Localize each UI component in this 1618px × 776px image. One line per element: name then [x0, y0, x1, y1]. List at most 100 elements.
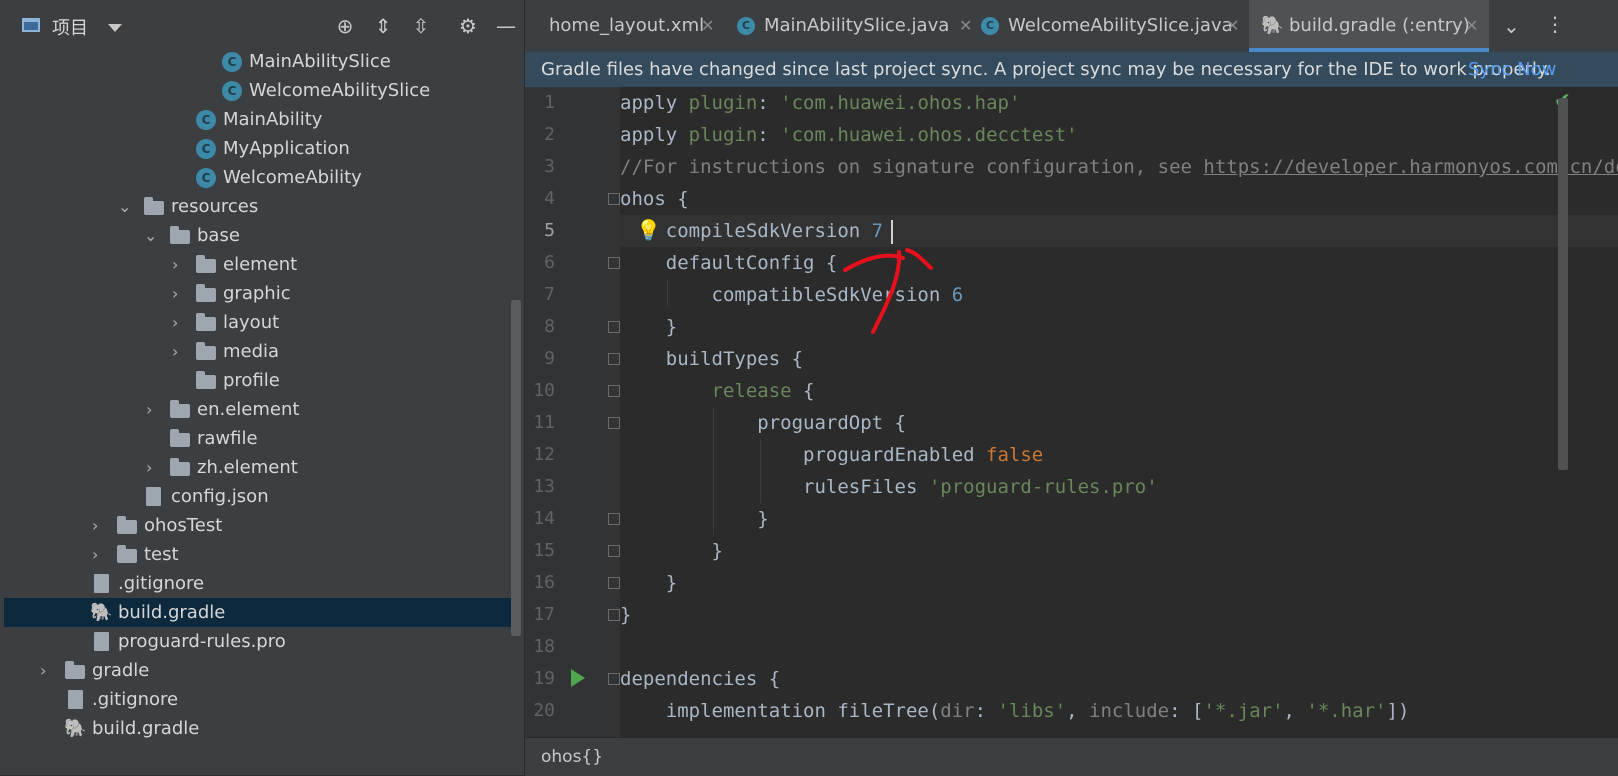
fold-marker[interactable] — [608, 385, 620, 397]
tree-item[interactable]: proguard-rules.pro — [0, 627, 520, 656]
project-panel-title[interactable]: 项目 — [52, 14, 88, 40]
tab-label: WelcomeAbilitySlice.java — [1008, 15, 1233, 36]
close-icon[interactable]: ✕ — [1226, 0, 1239, 52]
gitignore-file-icon — [68, 690, 83, 709]
run-gutter-icon[interactable] — [571, 669, 585, 687]
tab-label: MainAbilitySlice.java — [764, 15, 950, 36]
folder-icon — [196, 284, 216, 302]
chevron-right-icon[interactable]: › — [172, 279, 186, 308]
locate-file-icon[interactable]: ⊕ — [333, 14, 357, 38]
tree-item[interactable]: › media — [0, 337, 520, 366]
code-line: rulesFiles 'proguard-rules.pro' — [620, 476, 1158, 498]
code-line: implementation fileTree(dir: 'libs', inc… — [620, 700, 1410, 722]
tree-item[interactable]: C WelcomeAbilitySlice — [0, 76, 520, 105]
line-number: 12 — [533, 444, 555, 465]
editor-breadcrumb-bar: ohos{} — [525, 737, 1618, 776]
chevron-right-icon[interactable]: › — [92, 511, 106, 540]
minimize-icon[interactable]: — — [494, 14, 518, 38]
tree-item[interactable]: › element — [0, 250, 520, 279]
close-icon[interactable]: ✕ — [1465, 0, 1478, 52]
tree-item[interactable]: ⌄ resources — [0, 192, 520, 221]
tab-list-chevron-down-icon[interactable]: ⌄ — [1503, 14, 1520, 38]
project-panel: 项目 ⊕ ⇕ ⇳ ⚙ — C MainAbilitySlice C Welcom… — [0, 0, 525, 775]
close-icon[interactable]: ✕ — [959, 0, 972, 52]
sync-now-link[interactable]: Sync Now — [1468, 52, 1556, 87]
gradle-icon: 🐘 — [64, 718, 87, 739]
chevron-right-icon[interactable]: › — [172, 308, 186, 337]
line-number: 18 — [533, 636, 555, 657]
tree-item[interactable]: C MainAbilitySlice — [0, 47, 520, 76]
fold-marker[interactable] — [608, 417, 620, 429]
line-number: 9 — [544, 348, 555, 369]
tab-home-layout[interactable]: home_layout.xml ✕ — [525, 0, 737, 52]
line-number: 1 — [544, 92, 555, 113]
tree-item-label: gradle — [92, 660, 150, 681]
fold-marker[interactable] — [608, 577, 620, 589]
code-line: proguardOpt { — [620, 412, 906, 434]
tree-item[interactable]: C MainAbility — [0, 105, 520, 134]
tree-item[interactable]: › graphic — [0, 279, 520, 308]
gitignore-file-icon — [94, 574, 109, 593]
line-number-current: 5 — [544, 220, 555, 241]
tree-item[interactable]: › test — [0, 540, 520, 569]
tree-item[interactable]: .gitignore — [0, 569, 520, 598]
chevron-right-icon[interactable]: › — [40, 656, 54, 685]
fold-marker[interactable] — [608, 321, 620, 333]
tree-item[interactable]: › en.element — [0, 395, 520, 424]
tree-item-label: .gitignore — [92, 689, 179, 710]
tab-build-gradle-entry[interactable]: 🐘 build.gradle (:entry) ✕ — [1249, 0, 1489, 52]
class-icon: C — [222, 52, 242, 72]
fold-marker[interactable] — [608, 513, 620, 525]
tree-item-label: test — [144, 544, 179, 565]
folder-icon — [170, 429, 190, 447]
project-scrollbar[interactable] — [511, 300, 521, 636]
tree-item[interactable]: config.json — [0, 482, 520, 511]
gear-icon[interactable]: ⚙ — [456, 14, 480, 38]
line-number: 19 — [533, 668, 555, 689]
chevron-right-icon[interactable]: › — [146, 453, 160, 482]
tree-item[interactable]: › gradle — [0, 656, 520, 685]
tab-main-ability-slice[interactable]: C MainAbilitySlice.java ✕ — [737, 0, 981, 52]
line-number: 7 — [544, 284, 555, 305]
tree-item[interactable]: ⌄ base — [0, 221, 520, 250]
tree-item[interactable]: rawfile — [0, 424, 520, 453]
chevron-right-icon[interactable]: › — [172, 337, 186, 366]
fold-marker[interactable] — [608, 353, 620, 365]
expand-all-icon[interactable]: ⇕ — [371, 14, 395, 38]
code-area[interactable]: apply plugin: 'com.huawei.ohos.hap' appl… — [620, 87, 1618, 737]
tree-item-label: base — [197, 225, 240, 246]
chevron-down-icon[interactable]: ⌄ — [118, 192, 132, 221]
chevron-right-icon[interactable]: › — [92, 540, 106, 569]
fold-marker[interactable] — [608, 257, 620, 269]
tab-welcome-ability-slice[interactable]: C WelcomeAbilitySlice.java ✕ — [981, 0, 1249, 52]
fold-marker[interactable] — [608, 673, 620, 685]
editor-scrollbar[interactable] — [1558, 98, 1568, 470]
view-dropdown-icon[interactable] — [108, 24, 122, 32]
tree-item[interactable]: profile — [0, 366, 520, 395]
tree-item[interactable]: C WelcomeAbility — [0, 163, 520, 192]
tree-item[interactable]: › layout — [0, 308, 520, 337]
class-icon: C — [196, 110, 216, 130]
fold-marker[interactable] — [608, 545, 620, 557]
tree-item[interactable]: 🐘 build.gradle — [0, 714, 520, 743]
fold-marker[interactable] — [608, 193, 620, 205]
tree-item[interactable]: C MyApplication — [0, 134, 520, 163]
tree-item-label: WelcomeAbilitySlice — [249, 80, 431, 101]
tree-item[interactable]: › ohosTest — [0, 511, 520, 540]
gradle-sync-banner: Gradle files have changed since last pro… — [525, 52, 1618, 87]
more-options-icon[interactable]: ⋮ — [1545, 12, 1565, 36]
chevron-right-icon[interactable]: › — [146, 395, 160, 424]
tree-item[interactable]: › zh.element — [0, 453, 520, 482]
chevron-right-icon[interactable]: › — [172, 250, 186, 279]
line-number: 14 — [533, 508, 555, 529]
collapse-all-icon[interactable]: ⇳ — [409, 14, 433, 38]
breadcrumb[interactable]: ohos{} — [541, 738, 603, 776]
code-line: } — [620, 508, 769, 530]
tree-item-selected[interactable]: 🐘 build.gradle — [4, 598, 520, 627]
chevron-down-icon[interactable]: ⌄ — [144, 221, 158, 250]
close-icon[interactable]: ✕ — [701, 0, 714, 52]
banner-message: Gradle files have changed since last pro… — [541, 59, 1551, 80]
tree-item[interactable]: .gitignore — [0, 685, 520, 714]
fold-marker[interactable] — [608, 609, 620, 621]
tree-item-label: zh.element — [197, 457, 298, 478]
